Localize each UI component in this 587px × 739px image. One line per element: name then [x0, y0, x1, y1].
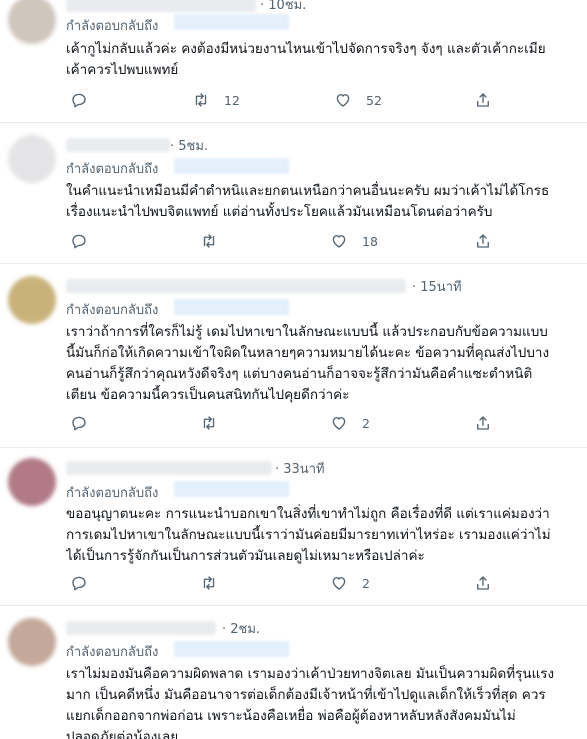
retweet-button[interactable]: [200, 572, 218, 594]
share-icon: [477, 416, 489, 430]
reply-to-label: กำลังตอบกลับถึง: [66, 486, 159, 501]
heart-icon: [332, 417, 346, 430]
avatar[interactable]: [8, 0, 56, 44]
reply-icon: [72, 576, 86, 591]
tweet-text-line: ปลอดภัยต่อน้องเลย: [66, 729, 179, 739]
tweet-text-line: เราว่าถ้าการที่ใครก็ไม่รู้ เดมไปหาเขาในล…: [66, 324, 548, 340]
heart-icon: [336, 94, 350, 107]
share-icon: [477, 576, 489, 590]
tweet-actions: 18: [66, 230, 496, 252]
author-name-redacted[interactable]: [66, 279, 406, 293]
share-button[interactable]: [474, 89, 492, 111]
tweet-text-line: คนอ่านก็รู้สึกว่าคุณหวังดีจริงๆ แต่บางคน…: [66, 366, 533, 382]
reply-tweet[interactable]: · 10ชม. กำลังตอบกลับถึง เค้ากูไม่กลับแล้…: [0, 0, 587, 123]
author-name-redacted[interactable]: [66, 0, 256, 12]
retweet-count: 12: [224, 92, 240, 108]
author-name-redacted[interactable]: [66, 621, 216, 635]
tweet-actions: 2: [66, 572, 496, 594]
avatar[interactable]: [8, 135, 56, 183]
avatar[interactable]: [8, 276, 56, 324]
reply-to-label: กำลังตอบกลับถึง: [66, 645, 159, 660]
retweet-icon: [203, 576, 215, 590]
reply-tweet[interactable]: · 33นาที กำลังตอบกลับถึง ขออนุญาตนะคะ กา…: [0, 448, 587, 606]
mention-redacted[interactable]: [174, 481, 289, 497]
mention-redacted[interactable]: [174, 158, 289, 174]
mention-redacted[interactable]: [174, 641, 289, 657]
share-icon: [477, 234, 489, 248]
heart-icon: [332, 235, 346, 248]
tweet-text: ในคำแนะนำเหมือนมีคำตำหนิและยกตนเหนือกว่า…: [66, 181, 573, 223]
retweet-icon: [203, 416, 215, 430]
tweet-text-line: ได้เป็นการรู้จักกันเป็นการส่วนตัวมันเลยด…: [66, 548, 425, 564]
heart-icon: [332, 577, 346, 590]
tweet-time[interactable]: · 33นาที: [275, 458, 325, 479]
share-button[interactable]: [474, 412, 492, 434]
tweet-text-line: การเดมไปหาเขาในลักษณะแบบนี้เราว่ามันค่อย…: [66, 527, 551, 543]
reply-tweet[interactable]: · 15นาที กำลังตอบกลับถึง เราว่าถ้าการที่…: [0, 264, 587, 448]
mention-redacted[interactable]: [174, 14, 289, 30]
share-button[interactable]: [474, 230, 492, 252]
author-name-redacted[interactable]: [66, 461, 272, 475]
retweet-button[interactable]: [200, 412, 218, 434]
tweet-text: เค้ากูไม่กลับแล้วค่ะ คงต้องมีหน่วยงานไหน…: [66, 39, 573, 81]
reply-feed: · 10ชม. กำลังตอบกลับถึง เค้ากูไม่กลับแล้…: [0, 0, 587, 739]
tweet-actions: 2: [66, 412, 496, 434]
tweet-text-line: ขออนุญาตนะคะ การแนะนำบอกเขาในสิ่งที่เขาท…: [66, 506, 550, 522]
tweet-text: ขออนุญาตนะคะ การแนะนำบอกเขาในสิ่งที่เขาท…: [66, 504, 573, 567]
reply-button[interactable]: [70, 230, 88, 252]
reply-icon: [72, 93, 86, 108]
share-icon: [477, 93, 489, 107]
tweet-text-line: เตียน ข้อความนี้ควรเป็นคนสนิทกันไปคุยดีก…: [66, 387, 350, 403]
avatar[interactable]: [8, 618, 56, 666]
like-button[interactable]: 2: [330, 572, 370, 594]
like-button[interactable]: 52: [334, 89, 382, 111]
retweet-icon: [203, 234, 215, 248]
reply-to-label: กำลังตอบกลับถึง: [66, 162, 159, 177]
reply-tweet[interactable]: · 5ชม. กำลังตอบกลับถึง ในคำแนะนำเหมือนมี…: [0, 123, 587, 264]
tweet-time[interactable]: · 10ชม.: [260, 0, 306, 15]
like-count: 2: [362, 575, 370, 591]
share-button[interactable]: [474, 572, 492, 594]
like-button[interactable]: 18: [330, 230, 378, 252]
reply-icon: [72, 234, 86, 249]
tweet-actions: 12 52: [66, 89, 496, 111]
retweet-button[interactable]: [200, 230, 218, 252]
tweet-text-line: ในคำแนะนำเหมือนมีคำตำหนิและยกตนเหนือกว่า…: [66, 183, 550, 199]
mention-redacted[interactable]: [174, 299, 289, 315]
like-button[interactable]: 2: [330, 412, 370, 434]
tweet-text-line: เค้ากูไม่กลับแล้วค่ะ คงต้องมีหน่วยงานไหน…: [66, 41, 546, 57]
tweet-text-line: เรื่องแนะนำไปพบจิตแพทย์ แต่อ่านทั้งประโย…: [66, 204, 493, 220]
tweet-text: เราไม่มองมันคือความผิดพลาด เรามองว่าเค้า…: [66, 664, 573, 739]
tweet-text: เราว่าถ้าการที่ใครก็ไม่รู้ เดมไปหาเขาในล…: [66, 322, 573, 406]
like-count: 18: [362, 233, 378, 249]
author-name-redacted[interactable]: [66, 138, 170, 152]
retweet-button[interactable]: 12: [192, 89, 240, 111]
reply-button[interactable]: [70, 412, 88, 434]
tweet-text-line: เค้าควรไปพบแพทย์: [66, 62, 179, 78]
tweet-text-line: แยกเด็กออกจากพ่อก่อน เพราะน้องคือเหยื่อ …: [66, 708, 516, 724]
tweet-time[interactable]: · 5ชม.: [170, 135, 208, 156]
reply-icon: [72, 416, 86, 431]
avatar[interactable]: [8, 458, 56, 506]
reply-tweet[interactable]: · 2ชม. กำลังตอบกลับถึง เราไม่มองมันคือคว…: [0, 606, 587, 739]
retweet-icon: [195, 93, 207, 107]
like-count: 52: [366, 92, 382, 108]
tweet-text-line: เราไม่มองมันคือความผิดพลาด เรามองว่าเค้า…: [66, 666, 555, 682]
tweet-text-line: นี้มันก็ก่อให้เกิดความเข้าใจผิดในหลายๆคว…: [66, 345, 550, 361]
reply-button[interactable]: [70, 572, 88, 594]
reply-to-label: กำลังตอบกลับถึง: [66, 303, 159, 318]
reply-to-label: กำลังตอบกลับถึง: [66, 19, 159, 34]
tweet-text-line: มาก เป็นคดีหนึ่ง มันคืออนาจารต่อเด็กต้อง…: [66, 687, 546, 703]
tweet-time[interactable]: · 2ชม.: [222, 618, 260, 639]
reply-button[interactable]: [70, 89, 88, 111]
like-count: 2: [362, 415, 370, 431]
tweet-time[interactable]: · 15นาที: [412, 276, 462, 297]
